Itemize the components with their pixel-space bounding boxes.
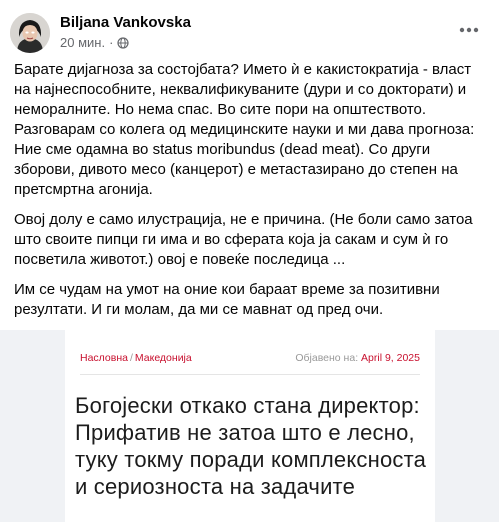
article-headline[interactable]: Богојески откако стана директор: Прифати…	[75, 392, 430, 500]
breadcrumb: Насловна / Македонија	[80, 352, 192, 364]
post-paragraph: Барате дијагноза за состојбата? Името ѝ …	[14, 61, 475, 198]
divider	[80, 374, 420, 375]
breadcrumb-home[interactable]: Насловна	[80, 352, 128, 364]
post-header: Biljana Vankovska 20 мин. ·	[0, 0, 499, 60]
published-info: Објавено на: April 9, 2025	[295, 352, 420, 364]
breadcrumb-category[interactable]: Македонија	[135, 352, 192, 364]
author-avatar[interactable]	[10, 13, 50, 53]
meta-separator: ·	[109, 35, 114, 50]
published-date: April 9, 2025	[361, 352, 420, 364]
post-text: Барате дијагноза за состојбата? Името ѝ …	[14, 60, 486, 330]
more-options-button[interactable]	[456, 20, 482, 40]
post-paragraph: Им се чудам на умот на оние кои бараат в…	[14, 281, 440, 318]
link-preview[interactable]: Насловна / Македонија Објавено на: April 9…	[0, 330, 499, 522]
post-meta: 20 мин. ·	[60, 35, 130, 50]
more-horizontal-icon	[459, 27, 479, 33]
post-timestamp[interactable]: 20 мин.	[60, 35, 105, 50]
facebook-post: Biljana Vankovska 20 мин. · Барате дијаг…	[0, 0, 499, 522]
author-name[interactable]: Biljana Vankovska	[60, 14, 191, 31]
published-label: Објавено на:	[295, 352, 359, 364]
article-meta: Насловна / Македонија Објавено на: April 9…	[80, 352, 420, 364]
globe-icon	[117, 37, 130, 49]
article-card[interactable]: Насловна / Македонија Објавено на: April 9…	[65, 330, 435, 522]
post-paragraph: Овој долу е само илустрација, не е причи…	[14, 211, 473, 268]
breadcrumb-separator: /	[129, 352, 133, 364]
